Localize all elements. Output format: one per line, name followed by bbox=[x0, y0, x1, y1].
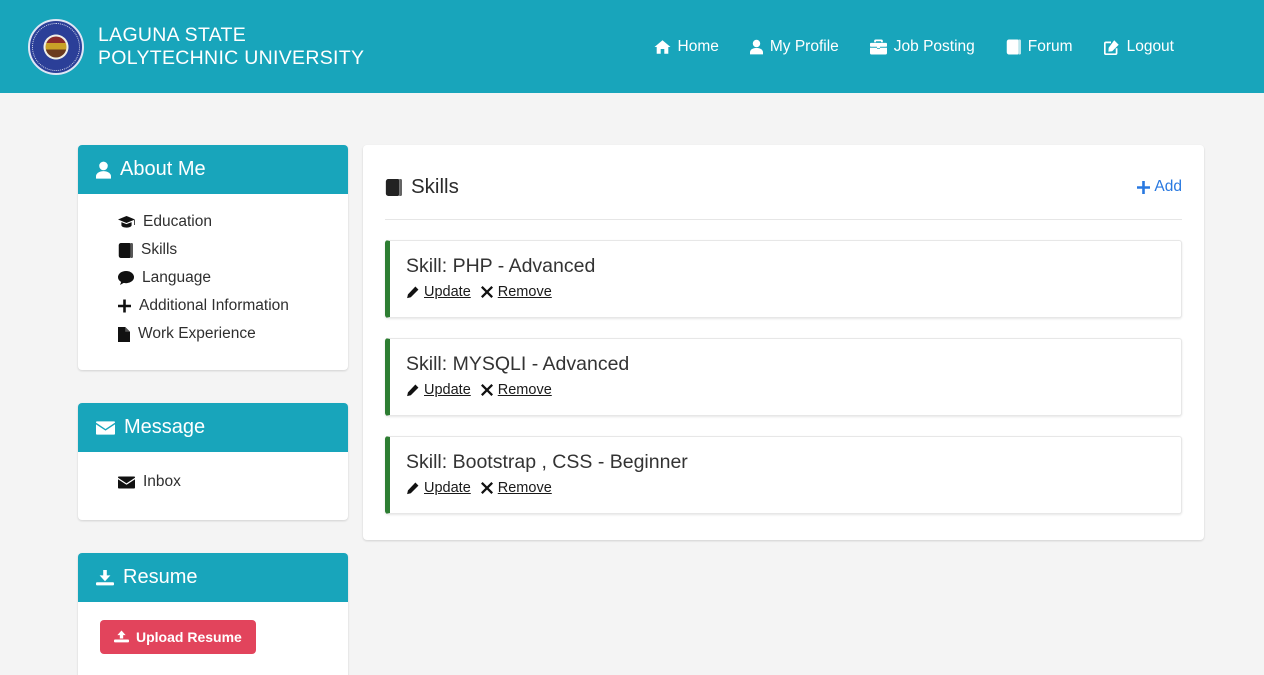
lspu-seal-logo-icon bbox=[28, 18, 84, 75]
nav-item-my-profile-label: My Profile bbox=[769, 37, 839, 55]
skills-panel-header: Skills Add bbox=[385, 163, 1182, 220]
upload-resume-label: Upload Resume bbox=[136, 629, 242, 645]
sidebar-item-language[interactable]: Language bbox=[96, 264, 330, 292]
about-me-panel-body: Education Skills Language Additional Inf… bbox=[78, 194, 348, 370]
pencil-icon bbox=[406, 286, 419, 299]
resume-panel-title: Resume bbox=[123, 566, 198, 588]
pencil-icon bbox=[406, 482, 419, 495]
sidebar: About Me Education Skills Language Addit… bbox=[78, 145, 348, 675]
skill-card: Skill: PHP - Advanced Update Remove bbox=[385, 240, 1182, 318]
remove-skill-link[interactable]: Remove bbox=[480, 480, 552, 497]
sidebar-item-language-label: Language bbox=[142, 269, 211, 286]
skill-list: Skill: PHP - Advanced Update Remove Skil… bbox=[385, 240, 1182, 514]
brand-logo-link[interactable]: LAGUNA STATE POLYTECHNIC UNIVERSITY bbox=[28, 18, 378, 75]
envelope-icon bbox=[118, 476, 135, 489]
sidebar-item-skills[interactable]: Skills bbox=[96, 236, 330, 264]
sidebar-item-skills-label: Skills bbox=[141, 241, 178, 258]
download-icon bbox=[96, 569, 114, 586]
page-content: About Me Education Skills Language Addit… bbox=[0, 93, 1264, 675]
sidebar-item-work-experience-label: Work Experience bbox=[138, 325, 256, 342]
remove-skill-label: Remove bbox=[497, 480, 552, 497]
sidebar-item-education[interactable]: Education bbox=[96, 208, 330, 236]
skill-actions: Update Remove bbox=[406, 382, 1165, 398]
book-icon bbox=[1006, 39, 1021, 55]
remove-skill-label: Remove bbox=[497, 382, 552, 399]
skill-actions: Update Remove bbox=[406, 480, 1165, 496]
upload-resume-button[interactable]: Upload Resume bbox=[100, 620, 256, 654]
update-skill-link[interactable]: Update bbox=[406, 284, 471, 300]
file-icon bbox=[118, 326, 130, 342]
sidebar-item-additional-information[interactable]: Additional Information bbox=[96, 292, 330, 320]
home-icon bbox=[654, 39, 671, 55]
top-navbar: LAGUNA STATE POLYTECHNIC UNIVERSITY Home… bbox=[0, 0, 1264, 93]
pencil-square-icon bbox=[1103, 39, 1120, 55]
book-icon bbox=[385, 178, 402, 196]
main-content: Skills Add Skill: PHP - Advanced Update … bbox=[363, 145, 1204, 540]
remove-skill-label: Remove bbox=[497, 284, 552, 301]
briefcase-icon bbox=[869, 38, 887, 55]
update-skill-label: Update bbox=[424, 480, 471, 497]
add-skill-label: Add bbox=[1154, 178, 1182, 195]
primary-nav: Home My Profile Job Posting Forum Logout bbox=[654, 38, 1248, 56]
update-skill-label: Update bbox=[424, 382, 471, 399]
nav-item-logout-label: Logout bbox=[1126, 37, 1174, 55]
plus-icon bbox=[118, 299, 131, 313]
message-panel: Message Inbox bbox=[78, 403, 348, 520]
page-title: Skills bbox=[385, 175, 459, 199]
update-skill-link[interactable]: Update bbox=[406, 382, 471, 398]
sidebar-item-work-experience[interactable]: Work Experience bbox=[96, 320, 330, 348]
sidebar-item-inbox-label: Inbox bbox=[143, 473, 181, 490]
brand-name: LAGUNA STATE POLYTECHNIC UNIVERSITY bbox=[98, 23, 365, 69]
nav-item-job-posting-label: Job Posting bbox=[893, 37, 975, 55]
message-panel-title: Message bbox=[124, 416, 206, 438]
nav-item-my-profile[interactable]: My Profile bbox=[749, 37, 839, 56]
skills-panel-title: Skills bbox=[411, 175, 459, 198]
nav-item-home[interactable]: Home bbox=[654, 38, 719, 56]
nav-item-home-label: Home bbox=[677, 37, 719, 55]
user-icon bbox=[96, 161, 111, 179]
message-panel-header: Message bbox=[78, 403, 348, 452]
envelope-icon bbox=[96, 420, 115, 435]
graduation-cap-icon bbox=[118, 215, 135, 229]
sidebar-item-education-label: Education bbox=[143, 213, 212, 230]
comment-icon bbox=[118, 271, 134, 285]
skills-panel: Skills Add Skill: PHP - Advanced Update … bbox=[363, 145, 1204, 540]
message-panel-body: Inbox bbox=[78, 452, 348, 520]
skill-title: Skill: PHP - Advanced bbox=[406, 255, 596, 277]
update-skill-link[interactable]: Update bbox=[406, 480, 471, 496]
update-skill-label: Update bbox=[424, 284, 471, 301]
sidebar-item-inbox[interactable]: Inbox bbox=[96, 468, 330, 496]
book-icon bbox=[118, 242, 133, 258]
times-icon bbox=[480, 286, 493, 299]
sidebar-item-additional-information-label: Additional Information bbox=[139, 297, 289, 314]
pencil-icon bbox=[406, 384, 419, 397]
nav-item-job-posting[interactable]: Job Posting bbox=[869, 37, 975, 56]
skill-title: Skill: Bootstrap , CSS - Beginner bbox=[406, 451, 688, 473]
nav-item-forum[interactable]: Forum bbox=[1006, 38, 1073, 56]
nav-item-forum-label: Forum bbox=[1027, 37, 1073, 55]
skill-card: Skill: Bootstrap , CSS - Beginner Update bbox=[385, 436, 1182, 514]
nav-item-logout[interactable]: Logout bbox=[1103, 37, 1174, 56]
remove-skill-link[interactable]: Remove bbox=[480, 382, 552, 399]
plus-icon bbox=[1137, 180, 1151, 194]
about-me-panel: About Me Education Skills Language Addit… bbox=[78, 145, 348, 370]
add-skill-button[interactable]: Add bbox=[1137, 178, 1182, 196]
about-me-panel-title: About Me bbox=[120, 158, 206, 180]
times-icon bbox=[480, 482, 493, 495]
resume-panel: Resume Upload Resume bbox=[78, 553, 348, 675]
user-icon bbox=[749, 39, 763, 55]
upload-icon bbox=[114, 630, 129, 644]
resume-panel-header: Resume bbox=[78, 553, 348, 602]
skill-actions: Update Remove bbox=[406, 284, 1165, 300]
resume-panel-body: Upload Resume bbox=[78, 602, 348, 675]
skill-title: Skill: MYSQLI - Advanced bbox=[406, 353, 630, 375]
about-me-panel-header: About Me bbox=[78, 145, 348, 194]
times-icon bbox=[480, 384, 493, 397]
remove-skill-link[interactable]: Remove bbox=[480, 284, 552, 301]
skill-card: Skill: MYSQLI - Advanced Update Remove bbox=[385, 338, 1182, 416]
